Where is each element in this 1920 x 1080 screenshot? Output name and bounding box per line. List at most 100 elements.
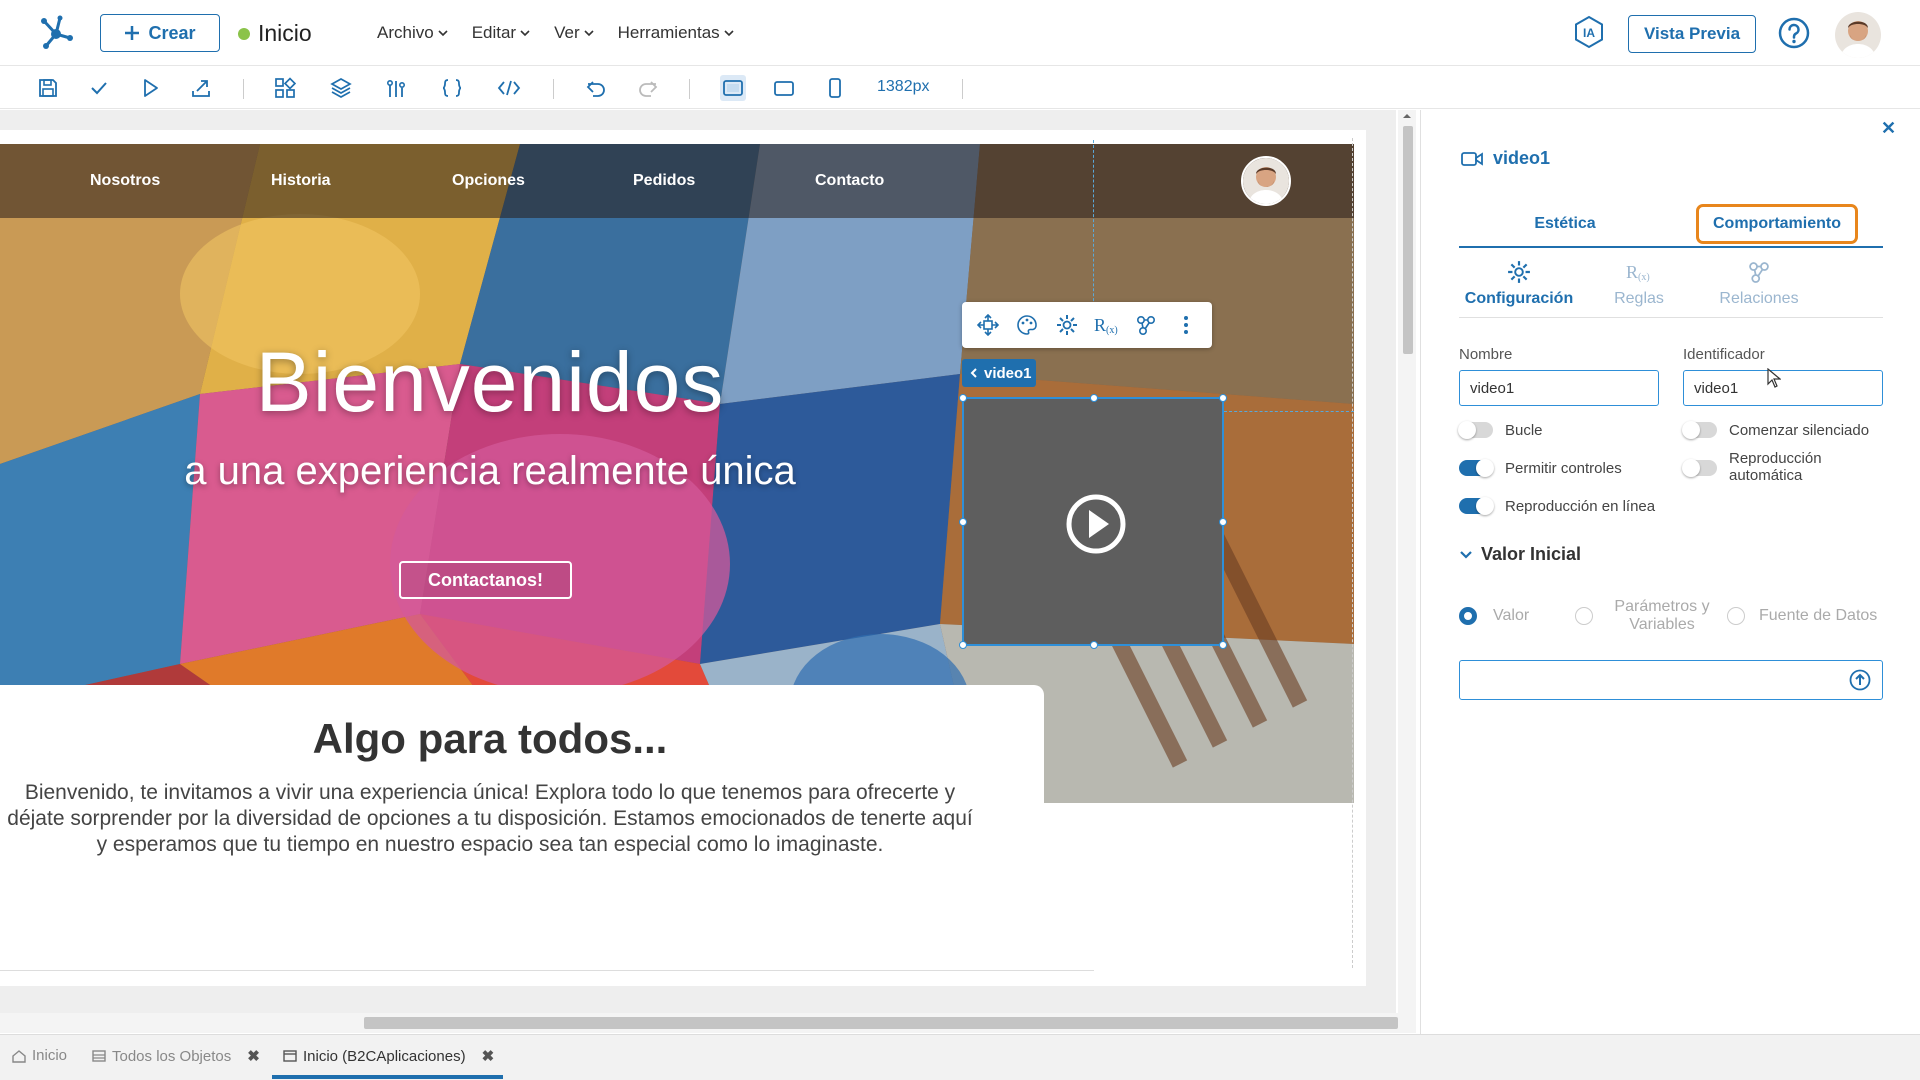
tab-estetica-label: Estética <box>1534 215 1596 232</box>
subtab-reglas[interactable]: R (x) Reglas <box>1579 260 1699 317</box>
scroll-up-icon[interactable] <box>1398 110 1416 122</box>
chevron-down-icon <box>724 30 734 37</box>
reproduccion-automatica-toggle[interactable] <box>1682 459 1717 477</box>
ai-assistant-button[interactable]: IA <box>1572 15 1606 49</box>
vertical-scroll-thumb[interactable] <box>1403 126 1413 354</box>
nav-link-contacto[interactable]: Contacto <box>815 172 884 190</box>
identificador-field[interactable]: video1 <box>1683 370 1883 406</box>
comenzar-silenciado-toggle[interactable] <box>1682 421 1717 439</box>
upload-icon[interactable] <box>1849 669 1871 691</box>
menu-herramientas[interactable]: Herramientas <box>618 23 734 43</box>
content-card[interactable]: Algo para todos... Bienvenido, te invita… <box>0 685 1044 955</box>
braces-icon[interactable] <box>440 76 464 100</box>
svg-text:(x): (x) <box>1638 272 1650 283</box>
mouse-cursor-icon <box>1767 368 1781 388</box>
settings-icon[interactable] <box>1054 312 1080 338</box>
mobile-icon[interactable] <box>823 76 847 100</box>
site-avatar[interactable] <box>1241 156 1291 206</box>
menu-archivo[interactable]: Archivo <box>377 23 448 43</box>
permitir-controles-label: Permitir controles <box>1505 460 1622 477</box>
hero-subtitle[interactable]: a una experiencia realmente única <box>0 449 980 494</box>
video-play-icon[interactable] <box>1065 493 1127 555</box>
section-body[interactable]: Bienvenido, te invitamos a vivir una exp… <box>0 780 980 858</box>
element-toolbar: R (x) <box>962 302 1212 348</box>
more-options-icon[interactable] <box>1173 312 1199 338</box>
resize-handle[interactable] <box>1219 641 1227 649</box>
move-icon[interactable] <box>975 312 1001 338</box>
valor-radio[interactable] <box>1459 607 1477 625</box>
redo-icon[interactable] <box>636 76 660 100</box>
components-icon[interactable] <box>273 76 297 100</box>
reproduccion-en-linea-label: Reproducción en línea <box>1505 498 1656 515</box>
nav-link-nosotros[interactable]: Nosotros <box>90 172 160 190</box>
resize-handle[interactable] <box>959 518 967 526</box>
subtab-reglas-label: Reglas <box>1614 290 1664 307</box>
layers-icon[interactable] <box>329 76 353 100</box>
save-icon[interactable] <box>36 76 60 100</box>
subtab-configuracion-label: Configuración <box>1464 290 1574 307</box>
tab-comportamiento[interactable]: Comportamiento <box>1671 202 1883 246</box>
app-logo-icon[interactable] <box>36 12 76 52</box>
chevron-left-icon <box>970 368 977 378</box>
menu-editar[interactable]: Editar <box>472 23 530 43</box>
rules-icon[interactable]: R (x) <box>1094 312 1120 338</box>
check-icon[interactable] <box>87 76 111 100</box>
reproduccion-en-linea-toggle[interactable] <box>1459 497 1494 515</box>
close-tab-icon[interactable]: ✖ <box>247 1047 260 1065</box>
video-component[interactable] <box>959 394 1227 649</box>
resize-handle[interactable] <box>959 394 967 402</box>
valor-inicial-input[interactable] <box>1459 660 1883 700</box>
tab-estetica[interactable]: Estética <box>1459 202 1671 246</box>
contact-button[interactable]: Contactanos! <box>399 561 572 599</box>
resize-handle[interactable] <box>1090 641 1098 649</box>
parametros-variables-radio[interactable] <box>1575 607 1593 625</box>
user-avatar[interactable] <box>1835 12 1881 58</box>
svg-text:(x): (x) <box>1106 325 1118 336</box>
doc-tab-inicio[interactable]: Inicio <box>12 1047 67 1064</box>
toolbar-divider <box>962 79 963 99</box>
doc-tab-inicio-b2c[interactable]: Inicio (B2CAplicaciones) ✖ <box>283 1047 494 1065</box>
nav-link-historia[interactable]: Historia <box>271 172 331 190</box>
help-icon[interactable] <box>1778 17 1810 49</box>
permitir-controles-toggle[interactable] <box>1459 459 1494 477</box>
svg-text:R: R <box>1626 262 1638 282</box>
play-icon[interactable] <box>138 76 162 100</box>
code-icon[interactable] <box>497 76 521 100</box>
doc-tab-todos-objetos[interactable]: Todos los Objetos ✖ <box>92 1047 260 1065</box>
nav-link-opciones[interactable]: Opciones <box>452 172 525 190</box>
desktop-icon[interactable] <box>720 75 746 101</box>
chevron-down-icon <box>520 30 530 37</box>
resize-handle[interactable] <box>1090 394 1098 402</box>
menu-ver[interactable]: Ver <box>554 23 594 43</box>
palette-icon[interactable] <box>1014 312 1040 338</box>
page-icon <box>283 1050 297 1062</box>
horizontal-scroll-thumb[interactable] <box>364 1017 1398 1029</box>
subtab-configuracion[interactable]: Configuración <box>1459 260 1579 317</box>
hero-title[interactable]: Bienvenidos <box>0 334 980 431</box>
create-button[interactable]: Crear <box>100 14 220 52</box>
bucle-toggle[interactable] <box>1458 421 1493 439</box>
relations-icon[interactable] <box>1133 312 1159 338</box>
resize-handle[interactable] <box>1219 518 1227 526</box>
variables-icon[interactable] <box>384 76 408 100</box>
undo-icon[interactable] <box>584 76 608 100</box>
canvas-width-readout[interactable]: 1382px <box>877 78 930 96</box>
section-title[interactable]: Algo para todos... <box>0 715 980 763</box>
selected-element-tag[interactable]: video1 <box>962 359 1036 387</box>
preview-button[interactable]: Vista Previa <box>1628 15 1756 53</box>
close-icon[interactable]: ✕ <box>1881 118 1896 139</box>
design-canvas[interactable]: Nosotros Historia Opciones Pedidos Conta… <box>0 110 1396 1028</box>
tablet-icon[interactable] <box>772 76 796 100</box>
resize-handle[interactable] <box>959 641 967 649</box>
relations-icon <box>1749 262 1769 283</box>
nav-link-pedidos[interactable]: Pedidos <box>633 172 695 190</box>
nombre-field[interactable]: video1 <box>1459 370 1659 406</box>
vertical-scrollbar[interactable] <box>1398 110 1416 1014</box>
resize-handle[interactable] <box>1219 394 1227 402</box>
valor-inicial-section-toggle[interactable]: Valor Inicial <box>1459 544 1581 565</box>
publish-icon[interactable] <box>189 76 213 100</box>
close-tab-icon[interactable]: ✖ <box>482 1047 495 1065</box>
fuente-datos-radio[interactable] <box>1727 607 1745 625</box>
horizontal-scrollbar[interactable] <box>0 1013 1416 1033</box>
subtab-relaciones[interactable]: Relaciones <box>1699 260 1819 317</box>
